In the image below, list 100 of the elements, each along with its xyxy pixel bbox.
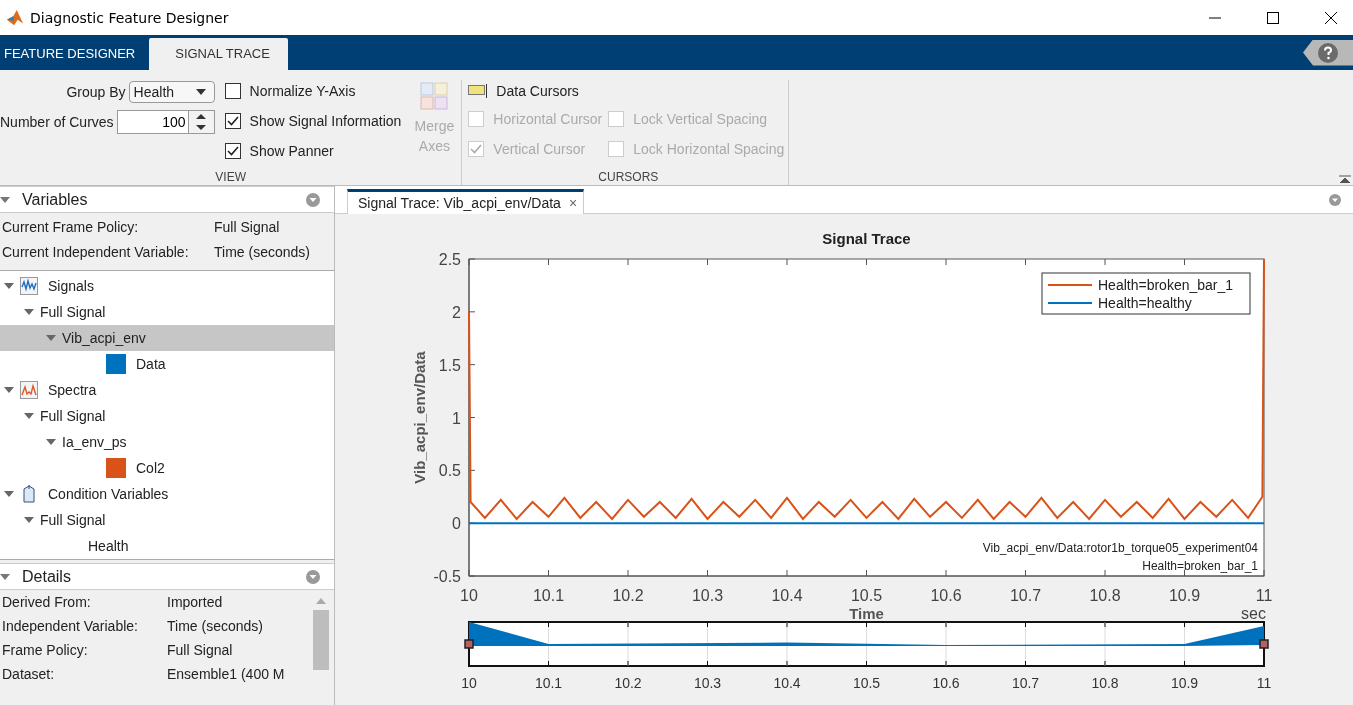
tree-item[interactable]: Full Signal xyxy=(0,403,334,429)
panner-handle[interactable] xyxy=(1259,639,1269,649)
tree-item[interactable]: Ia_env_ps xyxy=(0,429,334,455)
panel-menu-icon[interactable] xyxy=(306,569,320,584)
chart-title: Signal Trace xyxy=(822,230,911,247)
collapse-icon[interactable] xyxy=(1339,175,1351,183)
expand-arrow-icon[interactable] xyxy=(4,387,14,393)
scrollbar-thumb[interactable] xyxy=(313,610,329,670)
tree-item[interactable]: Full Signal xyxy=(0,507,334,533)
tick-label: 10.4 xyxy=(771,587,803,604)
tick-label: 10.1 xyxy=(532,587,565,604)
tick-label: 10.6 xyxy=(932,675,960,691)
tick-label: 2 xyxy=(452,303,461,321)
detail-label: Derived From: xyxy=(2,594,92,610)
document-tab[interactable]: Signal Trace: Vib_acpi_env/Data × xyxy=(347,189,585,214)
spin-down-icon[interactable] xyxy=(196,125,207,130)
detail-label: Dataset: xyxy=(2,666,56,682)
tick-label: 10.8 xyxy=(1089,587,1121,604)
tree-item[interactable]: Signals xyxy=(0,273,334,299)
checkmark-box-icon xyxy=(224,113,241,129)
panner-handle[interactable] xyxy=(464,639,474,649)
panel-menu-icon[interactable] xyxy=(1329,194,1341,206)
signal-info-text: Vib_acpi_env/Data:rotor1b_torque05_experiment04 xyxy=(982,541,1258,555)
section-label: VIEW xyxy=(214,170,247,185)
tick-label: 10.2 xyxy=(614,675,642,691)
group-by-label: Group By xyxy=(66,84,126,100)
expand-arrow-icon[interactable] xyxy=(24,517,34,523)
help-button[interactable] xyxy=(1303,39,1353,66)
tree-item[interactable]: Vib_acpi_env xyxy=(0,325,334,351)
tag-icon xyxy=(20,485,38,503)
tick-label: 10.8 xyxy=(1091,675,1119,691)
tick-label: 10.2 xyxy=(612,587,644,604)
detail-value: Imported xyxy=(167,594,223,610)
checkbox[interactable]: Show Signal Information xyxy=(224,110,402,132)
panel-title: Variables xyxy=(22,190,88,209)
tick-label: -0.5 xyxy=(433,568,461,585)
tick-label: 10.4 xyxy=(773,675,801,691)
info-value: Full Signal xyxy=(214,218,280,235)
tree-item[interactable]: Full Signal xyxy=(0,299,334,325)
window-title: Diagnostic Feature Designer xyxy=(30,9,229,26)
legend-label: Health=healthy xyxy=(1098,295,1192,311)
checkbox[interactable]: Show Panner xyxy=(224,140,402,162)
empty-box-icon xyxy=(608,141,625,157)
expand-arrow-icon[interactable] xyxy=(4,491,14,497)
legend-label: Health=broken_bar_1 xyxy=(1098,277,1234,293)
tick-label: 10.3 xyxy=(691,587,724,604)
tick-label: 0 xyxy=(452,515,461,533)
expand-arrow-icon[interactable] xyxy=(24,413,34,419)
caret-icon xyxy=(195,89,206,95)
detail-label: Frame Policy: xyxy=(2,642,89,658)
expand-arrow-icon[interactable] xyxy=(46,335,56,341)
detail-value: Full Signal xyxy=(167,642,233,658)
tick-label: 10 xyxy=(461,675,477,691)
detail-value: Ensemble1 (400 M xyxy=(167,666,285,682)
checkbox[interactable]: Normalize Y-Axis xyxy=(224,80,402,102)
data-cursor-icon xyxy=(468,84,489,98)
tree-item[interactable]: Condition Variables xyxy=(0,481,334,507)
tick-label: 10.7 xyxy=(1009,587,1042,604)
empty-box-icon xyxy=(224,83,241,99)
checkmark-box-icon xyxy=(468,141,485,157)
tick-label: 10.6 xyxy=(930,587,962,604)
merge-axes-icon xyxy=(420,82,449,110)
tick-label: 2.5 xyxy=(438,251,461,268)
panel-menu-icon[interactable] xyxy=(306,192,320,207)
expand-arrow-icon[interactable] xyxy=(24,309,34,315)
signal-plot-icon xyxy=(20,277,38,295)
tick-label: 10.9 xyxy=(1168,587,1201,604)
info-label: Current Frame Policy: xyxy=(2,218,140,235)
section-label: CURSORS xyxy=(597,170,660,185)
tree-item[interactable]: Health xyxy=(0,533,334,559)
number-of-curves-field[interactable]: 100 xyxy=(116,110,215,134)
detail-value: Time (seconds) xyxy=(167,618,263,634)
tree-item[interactable]: Spectra xyxy=(0,377,334,403)
close-tab-icon[interactable]: × xyxy=(568,195,578,211)
group-by-dropdown[interactable]: Health xyxy=(128,81,215,103)
unit-label: sec xyxy=(1241,605,1266,622)
maximize-icon[interactable] xyxy=(1267,11,1279,24)
spin-up-icon[interactable] xyxy=(196,114,207,119)
ribbon-tab[interactable]: SIGNAL TRACE xyxy=(149,38,288,70)
axis-label: Time xyxy=(849,605,884,622)
tick-label: 1.5 xyxy=(438,356,461,374)
collapse-arrow-icon[interactable] xyxy=(0,573,10,580)
tick-label: 10.5 xyxy=(850,587,883,604)
info-value: Time (seconds) xyxy=(214,243,310,260)
expand-arrow-icon[interactable] xyxy=(46,439,56,445)
ribbon-tab[interactable]: FEATURE DESIGNER xyxy=(0,38,150,70)
number-of-curves-label: Number of Curves xyxy=(0,114,114,130)
tree-item[interactable]: Col2 xyxy=(0,455,334,481)
expand-arrow-icon[interactable] xyxy=(4,283,14,289)
help-icon xyxy=(1317,41,1339,64)
app-logo-icon xyxy=(6,8,24,27)
spectrum-plot-icon xyxy=(20,381,38,399)
close-icon[interactable] xyxy=(1325,11,1337,24)
checkmark-box-icon xyxy=(224,143,241,159)
data-cursors-button[interactable]: Data Cursors xyxy=(468,80,789,102)
collapse-arrow-icon[interactable] xyxy=(0,196,10,203)
tree-item[interactable]: Data xyxy=(0,351,334,377)
empty-box-icon xyxy=(608,111,625,127)
info-label: Current Independent Variable: xyxy=(2,243,190,260)
tick-label: 10.7 xyxy=(1011,675,1040,691)
